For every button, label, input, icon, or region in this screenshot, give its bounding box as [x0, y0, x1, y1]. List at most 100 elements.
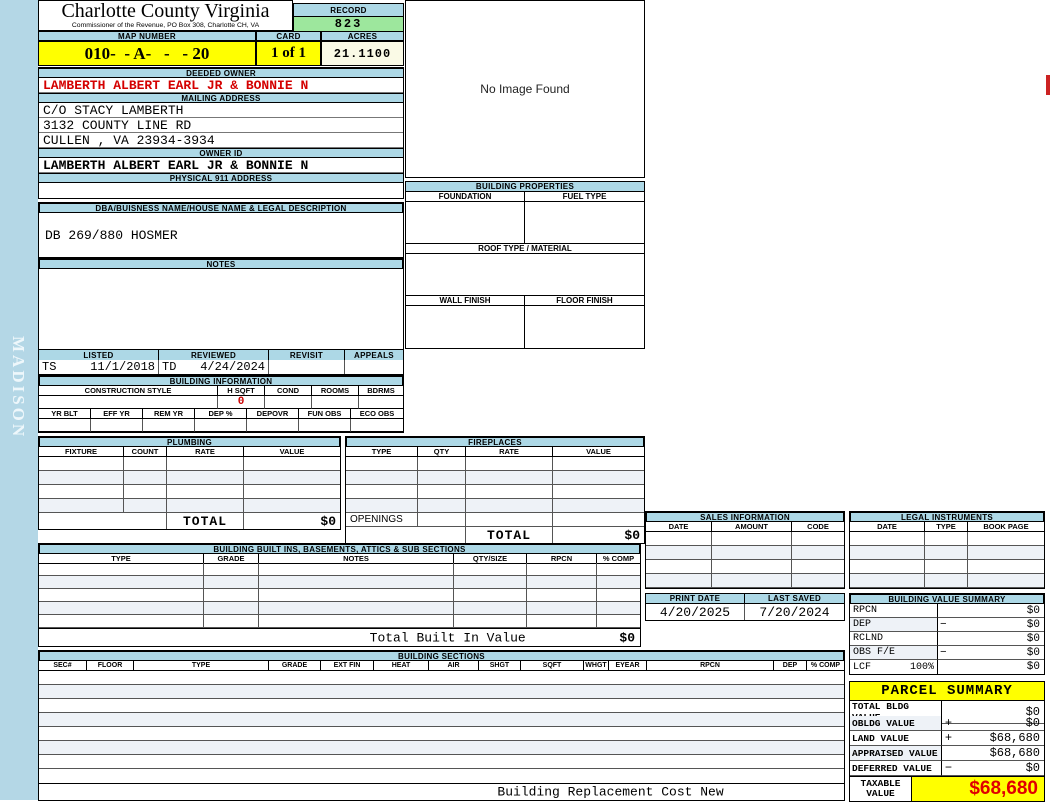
- print-date-headers: PRINT DATE LAST SAVED: [646, 594, 844, 604]
- deeded-owner-value: LAMBERTH ALBERT EARL JR & BONNIE N: [39, 78, 403, 93]
- owner-id-value: LAMBERTH ALBERT EARL JR & BONNIE N: [39, 158, 403, 173]
- building-properties-title: BUILDING PROPERTIES: [406, 182, 644, 192]
- parcel-row-total-bldg: TOTAL BLDG VALUE $0: [850, 701, 1044, 724]
- table-row: [850, 546, 1044, 560]
- owner-id-label: OWNER ID: [39, 148, 403, 158]
- owner-panel: DEEDED OWNER LAMBERTH ALBERT EARL JR & B…: [38, 67, 404, 199]
- table-row: [39, 615, 640, 628]
- construction-style-value: [39, 396, 218, 409]
- cond-value: [265, 396, 312, 409]
- notes-value: [39, 269, 403, 349]
- wall-floor-values: [406, 306, 644, 348]
- table-row: [39, 671, 844, 685]
- parcel-summary-title: PARCEL SUMMARY: [850, 682, 1044, 701]
- hsqft-label: H SQFT: [218, 386, 265, 396]
- no-image-text: No Image Found: [480, 82, 570, 96]
- table-row: [39, 755, 844, 769]
- fireplaces-total-row: TOTAL $0: [346, 527, 644, 543]
- plumbing-total-label: TOTAL: [167, 513, 244, 529]
- table-row: [39, 769, 844, 783]
- dba-panel: DBA/BUISNESS NAME/HOUSE NAME & LEGAL DES…: [38, 202, 404, 258]
- mailing-line-1: C/O STACY LAMBERTH: [39, 103, 403, 118]
- taxable-value-row: TAXABLE VALUE $68,680: [850, 776, 1044, 801]
- sales-panel: SALES INFORMATION DATE AMOUNT CODE: [645, 511, 845, 589]
- dates-panel: LISTED REVIEWED REVISIT APPEALS TS 11/1/2…: [38, 349, 404, 375]
- building-info-values-1: 0: [39, 396, 403, 409]
- print-date-panel: PRINT DATE LAST SAVED 4/20/2025 7/20/202…: [645, 593, 845, 621]
- ecoobs-label: ECO OBS: [351, 409, 403, 419]
- legal-headers: DATE TYPE BOOK PAGE: [850, 522, 1044, 532]
- building-info-panel: BUILDING INFORMATION CONSTRUCTION STYLE …: [38, 375, 404, 433]
- effyr-label: EFF YR: [91, 409, 143, 419]
- taxable-label: TAXABLE VALUE: [850, 777, 912, 801]
- fireplaces-title: FIREPLACES: [346, 437, 644, 447]
- rooms-label: ROOMS: [312, 386, 359, 396]
- last-saved-value: 7/20/2024: [759, 604, 830, 620]
- print-date-label: PRINT DATE: [646, 594, 745, 604]
- replacement-cost-label: Building Replacement Cost New: [497, 784, 724, 800]
- wall-finish-label: WALL FINISH: [406, 296, 525, 306]
- bvs-row-rclnd: RCLND $0: [850, 632, 1044, 646]
- dep-label: DEP %: [195, 409, 247, 419]
- foundation-fuel-values: [406, 202, 644, 244]
- listed-label: LISTED: [39, 350, 159, 360]
- building-properties-panel: BUILDING PROPERTIES FOUNDATION FUEL TYPE…: [405, 181, 645, 349]
- built-ins-total-label: Total Built In Value: [369, 630, 526, 645]
- wall-floor-headers: WALL FINISH FLOOR FINISH: [406, 296, 644, 306]
- sales-title: SALES INFORMATION: [646, 512, 844, 522]
- acres-value: 21.1100: [321, 41, 404, 66]
- building-info-headers-1: CONSTRUCTION STYLE H SQFT COND ROOMS BDR…: [39, 386, 403, 396]
- revisit-value: [269, 360, 345, 374]
- parcel-row-appraised: APPRAISED VALUE $68,680: [850, 746, 1044, 761]
- bvs-row-dep: DEP − $0: [850, 618, 1044, 632]
- building-info-title: BUILDING INFORMATION: [39, 376, 403, 386]
- table-row: [39, 741, 844, 755]
- table-row: [646, 546, 844, 560]
- foundation-value: [406, 202, 525, 243]
- plumbing-total-value: $0: [320, 513, 336, 529]
- record-label: RECORD: [294, 4, 403, 17]
- table-row: [39, 727, 844, 741]
- deeded-owner-label: DEEDED OWNER: [39, 68, 403, 78]
- foundation-label: FOUNDATION: [406, 192, 525, 202]
- reviewed-label: REVIEWED: [159, 350, 269, 360]
- table-row: [39, 685, 844, 699]
- fueltype-value: [525, 202, 644, 243]
- fireplaces-openings-row: OPENINGS: [346, 513, 644, 527]
- map-number-label: MAP NUMBER: [38, 31, 256, 41]
- physical-911-value: [39, 183, 403, 198]
- property-image-box: No Image Found: [405, 0, 645, 178]
- table-row: [646, 532, 844, 546]
- legal-title: LEGAL INSTRUMENTS: [850, 512, 1044, 522]
- floor-finish-value: [525, 306, 644, 348]
- table-row: [346, 471, 644, 485]
- plumbing-total-row: TOTAL $0: [39, 513, 340, 529]
- mailing-line-2: 3132 COUNTY LINE RD: [39, 118, 403, 133]
- last-saved-label: LAST SAVED: [745, 594, 844, 604]
- fueltype-label: FUEL TYPE: [525, 192, 644, 202]
- table-row: [39, 471, 340, 485]
- construction-style-label: CONSTRUCTION STYLE: [39, 386, 218, 396]
- bvs-title: BUILDING VALUE SUMMARY: [850, 594, 1044, 604]
- fireplaces-total-value: $0: [624, 527, 640, 543]
- acres-label: ACRES: [321, 31, 404, 41]
- roof-label: ROOF TYPE / MATERIAL: [406, 244, 644, 254]
- parcel-summary-panel: PARCEL SUMMARY TOTAL BLDG VALUE $0 OBLDG…: [849, 681, 1045, 802]
- listed-value: TS 11/1/2018: [39, 360, 159, 374]
- mailing-line-3: CULLEN , VA 23934-3934: [39, 133, 403, 148]
- roof-value: [406, 254, 644, 296]
- record-box: RECORD 823: [293, 3, 404, 31]
- dates-value-row: TS 11/1/2018 TD 4/24/2024: [39, 360, 403, 374]
- built-ins-headers: TYPE GRADE NOTES QTY/SIZE RPCN % COMP: [39, 554, 640, 564]
- dba-value: DB 269/880 HOSMER: [45, 227, 178, 243]
- openings-label: OPENINGS: [346, 513, 418, 527]
- wall-finish-value: [406, 306, 525, 348]
- county-header: Charlotte County Virginia Commissioner o…: [38, 0, 293, 31]
- appeals-label: APPEALS: [345, 350, 403, 360]
- print-date-values: 4/20/2025 7/20/2024: [646, 604, 844, 620]
- physical-911-label: PHYSICAL 911 ADDRESS: [39, 173, 403, 183]
- bvs-row-rpcn: RPCN $0: [850, 604, 1044, 618]
- table-row: [39, 457, 340, 471]
- table-row: [39, 563, 640, 576]
- table-row: [39, 602, 640, 615]
